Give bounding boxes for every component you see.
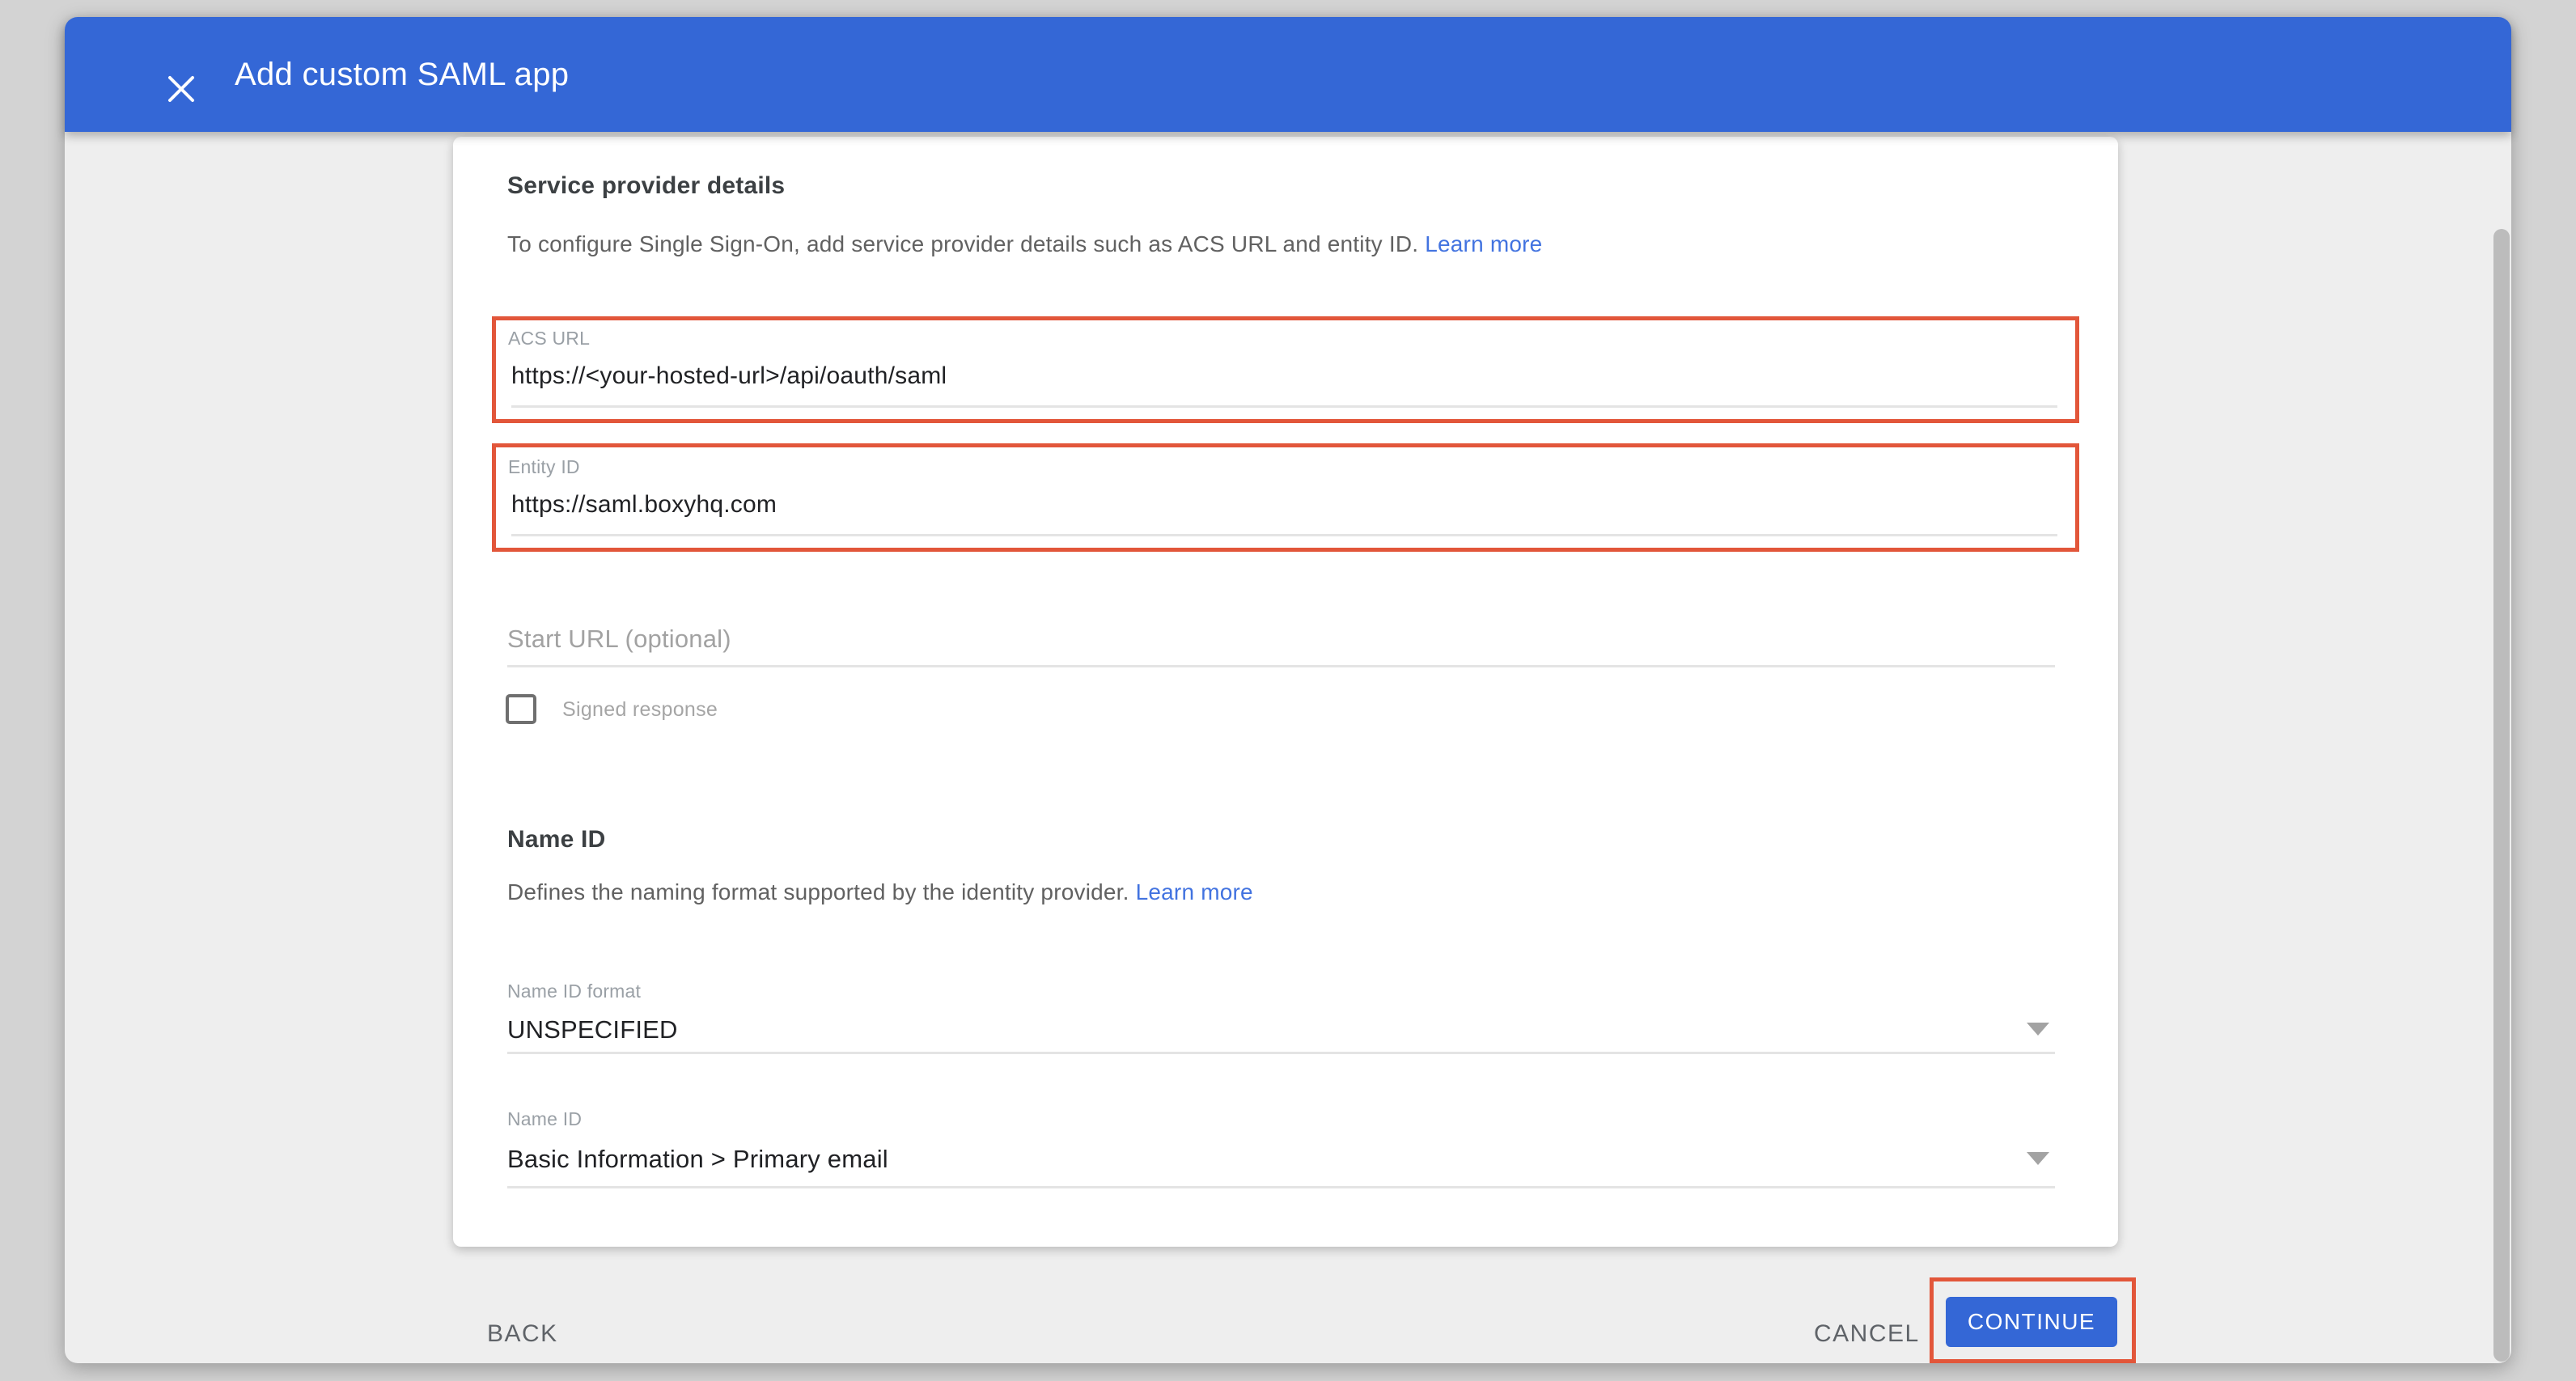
name-id-description-text: Defines the naming format supported by t… [507, 879, 1129, 904]
name-id-heading: Name ID [507, 826, 605, 854]
start-url-underline [507, 665, 2055, 667]
name-id-select-label: Name ID [507, 1108, 582, 1130]
chevron-down-icon[interactable] [2027, 1152, 2049, 1165]
dialog-header: Add custom SAML app [65, 17, 2511, 132]
service-provider-details-heading: Service provider details [507, 172, 785, 200]
acs-url-label: ACS URL [508, 328, 590, 349]
page-background: Add custom SAML app Service provider det… [0, 0, 2576, 1381]
service-provider-learn-more-link[interactable]: Learn more [1425, 231, 1542, 256]
start-url-input[interactable]: Start URL (optional) [507, 625, 731, 654]
close-button[interactable] [155, 63, 207, 115]
name-id-format-select[interactable]: UNSPECIFIED [507, 1015, 678, 1044]
dialog-title: Add custom SAML app [235, 17, 569, 132]
name-id-format-label: Name ID format [507, 981, 641, 1002]
annotation-box-acs-url: ACS URL https://<your-hosted-url>/api/oa… [492, 316, 2079, 423]
name-id-description: Defines the naming format supported by t… [507, 879, 1253, 905]
signed-response-checkbox[interactable] [506, 694, 536, 724]
service-provider-description: To configure Single Sign-On, add service… [507, 231, 1542, 257]
annotation-box-entity-id: Entity ID https://saml.boxyhq.com [492, 443, 2079, 552]
service-provider-form-card: Service provider details To configure Si… [453, 137, 2118, 1247]
name-id-underline [507, 1186, 2055, 1188]
signed-response-label: Signed response [562, 698, 718, 722]
name-id-select[interactable]: Basic Information > Primary email [507, 1145, 888, 1174]
entity-id-underline [511, 534, 2057, 536]
chevron-down-icon[interactable] [2027, 1023, 2049, 1036]
acs-url-underline [511, 405, 2057, 408]
name-id-learn-more-link[interactable]: Learn more [1136, 879, 1253, 904]
close-icon [167, 74, 196, 104]
acs-url-input[interactable]: https://<your-hosted-url>/api/oauth/saml [511, 362, 947, 390]
entity-id-label: Entity ID [508, 456, 580, 478]
service-provider-description-text: To configure Single Sign-On, add service… [507, 231, 1418, 256]
continue-button[interactable]: CONTINUE [1946, 1297, 2117, 1347]
entity-id-input[interactable]: https://saml.boxyhq.com [511, 491, 777, 519]
add-custom-saml-app-dialog: Add custom SAML app Service provider det… [65, 17, 2511, 1363]
back-button[interactable]: BACK [487, 1305, 558, 1363]
scrollbar-thumb[interactable] [2493, 229, 2510, 1362]
cancel-button[interactable]: CANCEL [1814, 1305, 1920, 1363]
name-id-format-underline [507, 1052, 2055, 1054]
